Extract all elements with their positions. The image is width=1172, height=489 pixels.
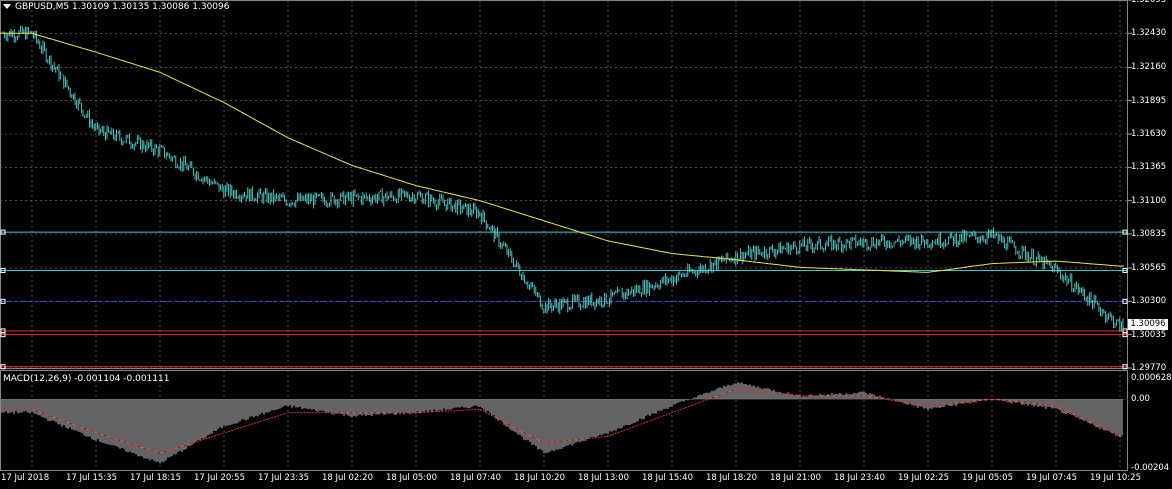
symbol-menu-icon[interactable]	[3, 4, 11, 9]
time-tick-label: 18 Jul 13:00	[578, 473, 629, 483]
time-tick-label: 17 Jul 23:35	[258, 473, 309, 483]
time-tick-label: 18 Jul 02:20	[322, 473, 373, 483]
price-tick-label: 1.31100	[1131, 195, 1167, 206]
time-tick-label: 18 Jul 21:00	[770, 473, 821, 483]
price-tick-label: 1.31630	[1131, 128, 1167, 139]
time-tick-label: 18 Jul 23:40	[834, 473, 885, 483]
time-tick-label: 17 Jul 18:15	[130, 473, 181, 483]
price-tick-label: 1.32160	[1131, 62, 1167, 73]
price-tick-label: 1.31365	[1131, 162, 1167, 173]
macd-tick-label: 0.000628	[1131, 373, 1172, 383]
time-tick-label: 18 Jul 15:40	[642, 473, 693, 483]
time-tick-label: 17 Jul 20:55	[194, 473, 245, 483]
time-tick-label: 19 Jul 05:05	[962, 473, 1013, 483]
symbol-title: GBPUSD,M5 1.30109 1.30135 1.30086 1.3009…	[15, 2, 230, 12]
macd-tick-label: -0.00204	[1131, 463, 1170, 473]
price-tick-label: 1.30300	[1131, 296, 1167, 307]
time-tick-label: 18 Jul 10:20	[514, 473, 565, 483]
price-chart[interactable]	[0, 0, 1172, 489]
time-tick-label: 18 Jul 05:00	[386, 473, 437, 483]
trading-chart-window[interactable]: GBPUSD,M5 1.30109 1.30135 1.30086 1.3009…	[0, 0, 1172, 489]
macd-tick-label: 0.00	[1131, 394, 1150, 405]
price-tick-label: 1.31895	[1131, 95, 1167, 106]
time-tick-label: 19 Jul 10:25	[1090, 473, 1141, 483]
price-tick-label: 1.30035	[1131, 329, 1167, 340]
time-tick-label: 18 Jul 18:20	[706, 473, 757, 483]
price-tick-label: 1.32430	[1131, 28, 1167, 39]
price-tick-label: 1.32695	[1131, 0, 1167, 5]
price-tick-label: 1.30565	[1131, 262, 1167, 273]
price-tick-label: 1.30835	[1131, 229, 1167, 239]
price-pane-border	[0, 0, 1128, 369]
price-tick-label: 1.29770	[1131, 363, 1167, 373]
time-tick-label: 17 Jul 15:35	[66, 473, 117, 483]
time-tick-label: 18 Jul 07:40	[450, 473, 501, 483]
current-price-label: 1.30096	[1128, 319, 1168, 330]
time-tick-label: 17 Jul 2018	[1, 473, 50, 483]
macd-title: MACD(12,26,9) -0.001104 -0.001111	[3, 374, 170, 384]
time-tick-label: 19 Jul 02:25	[898, 473, 949, 483]
time-tick-label: 19 Jul 07:45	[1026, 473, 1077, 483]
